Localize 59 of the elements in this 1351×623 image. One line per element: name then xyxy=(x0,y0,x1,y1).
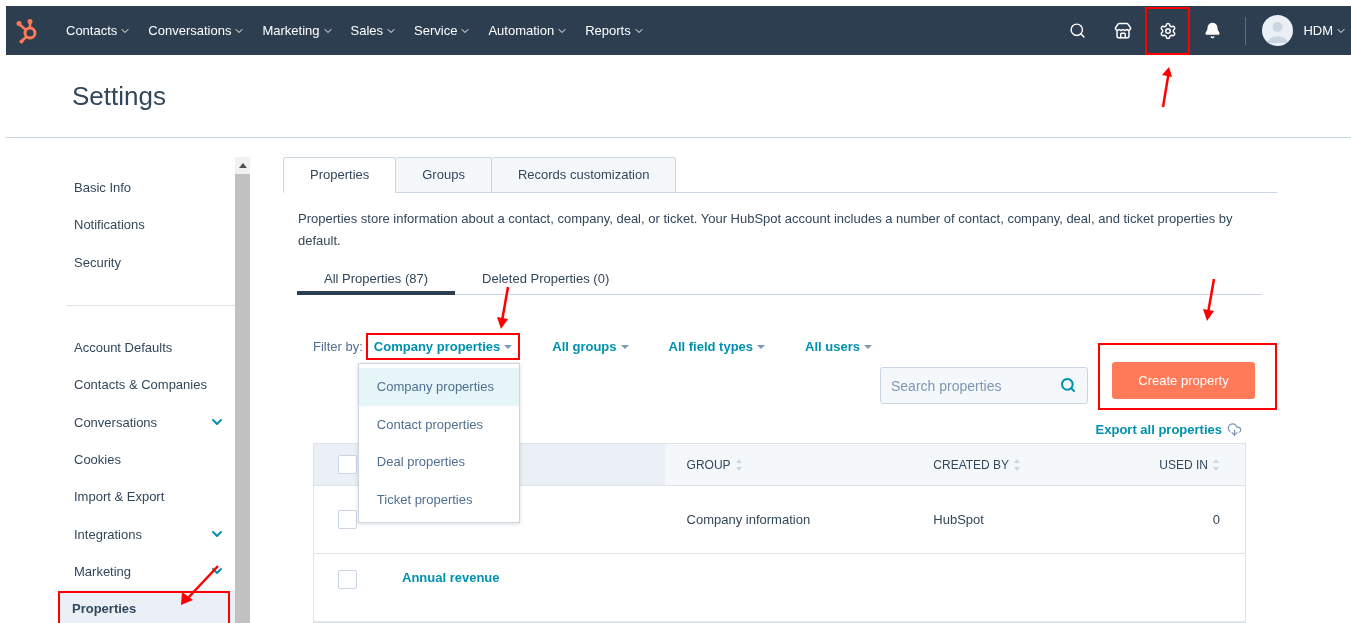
checkbox[interactable] xyxy=(338,510,357,529)
column-header[interactable]: CREATED BY xyxy=(933,457,1010,472)
nav-menu-item[interactable]: Sales xyxy=(350,23,398,38)
avatar[interactable] xyxy=(1262,15,1294,46)
nav-menu-item[interactable]: Service xyxy=(414,23,472,38)
tab[interactable]: Groups xyxy=(396,157,492,192)
settings-icon[interactable] xyxy=(1158,21,1177,40)
sidebar-item[interactable]: Import & Export xyxy=(66,478,235,516)
dropdown-option[interactable]: Deal properties xyxy=(358,443,519,481)
scroll-up-icon[interactable] xyxy=(238,163,247,168)
caret-icon[interactable] xyxy=(864,344,872,349)
tab[interactable]: Records customization xyxy=(491,157,677,192)
dropdown-option[interactable]: Contact properties xyxy=(358,405,519,443)
export-link[interactable]: Export all properties xyxy=(1095,422,1242,437)
search-field[interactable]: Search properties xyxy=(880,367,1088,404)
nav-menu-item[interactable]: Reports xyxy=(585,23,645,38)
filter-dropdown[interactable]: All groups xyxy=(546,335,635,358)
property-name-link[interactable]: Annual revenue xyxy=(402,570,500,585)
table-cell: 0 xyxy=(1212,512,1220,527)
sidebar-item[interactable]: Properties xyxy=(58,589,235,623)
cloud-download-icon[interactable] xyxy=(1227,422,1242,437)
scrollbar[interactable] xyxy=(235,157,250,623)
table-cell: Company information xyxy=(686,512,811,527)
sidebar-item[interactable]: Marketing xyxy=(66,552,235,590)
nav-menu-item[interactable]: Conversations xyxy=(148,23,246,38)
nav-menu-item[interactable]: Marketing xyxy=(262,23,334,38)
storefront-icon[interactable] xyxy=(1113,21,1132,40)
search-icon[interactable] xyxy=(1069,22,1087,39)
account-menu[interactable]: HDM xyxy=(1303,23,1347,38)
dropdown-option[interactable]: Ticket properties xyxy=(358,480,519,518)
caret-icon[interactable] xyxy=(504,344,513,349)
sidebar-item[interactable]: Account Defaults xyxy=(66,328,235,367)
sidebar-item[interactable]: Integrations xyxy=(66,515,235,553)
checkbox[interactable] xyxy=(338,455,357,474)
checkbox[interactable] xyxy=(338,570,357,589)
column-header[interactable]: GROUP xyxy=(686,457,731,472)
sidebar-item[interactable]: Basic Info xyxy=(66,169,235,207)
sub-tab[interactable]: All Properties (87) xyxy=(297,266,456,295)
description-text: Properties store information about a contact, company, deal, or ticket. Your HubSpot account includes a number of contact, company, deal, and ticket properties by default. xyxy=(298,209,1234,250)
dropdown-option[interactable]: Company properties xyxy=(358,368,519,406)
notification-bell-icon[interactable] xyxy=(1204,22,1222,39)
table-cell: HubSpot xyxy=(933,512,984,527)
column-header[interactable]: USED IN xyxy=(1159,457,1208,472)
filter-dropdown[interactable]: All users xyxy=(799,335,878,358)
sidebar-item[interactable]: Conversations xyxy=(66,403,235,441)
filter-label: Filter by: xyxy=(313,339,363,354)
page-title: Settings xyxy=(72,80,166,112)
sub-tab[interactable]: Deleted Properties (0) xyxy=(455,266,637,295)
nav-menu-item[interactable]: Contacts xyxy=(66,23,132,38)
caret-icon[interactable] xyxy=(757,344,766,349)
caret-icon[interactable] xyxy=(620,344,629,349)
sidebar-item[interactable]: Contacts & Companies xyxy=(66,366,235,404)
tab[interactable]: Properties xyxy=(283,157,397,193)
sidebar-item[interactable]: Security xyxy=(66,243,235,281)
filter-dropdown[interactable]: Company properties xyxy=(367,335,519,358)
sidebar-item[interactable]: Cookies xyxy=(66,440,235,479)
filter-dropdown[interactable]: All field types xyxy=(662,335,772,358)
nav-menu-item[interactable]: Automation xyxy=(488,23,569,38)
sidebar-item[interactable]: Notifications xyxy=(66,206,235,244)
